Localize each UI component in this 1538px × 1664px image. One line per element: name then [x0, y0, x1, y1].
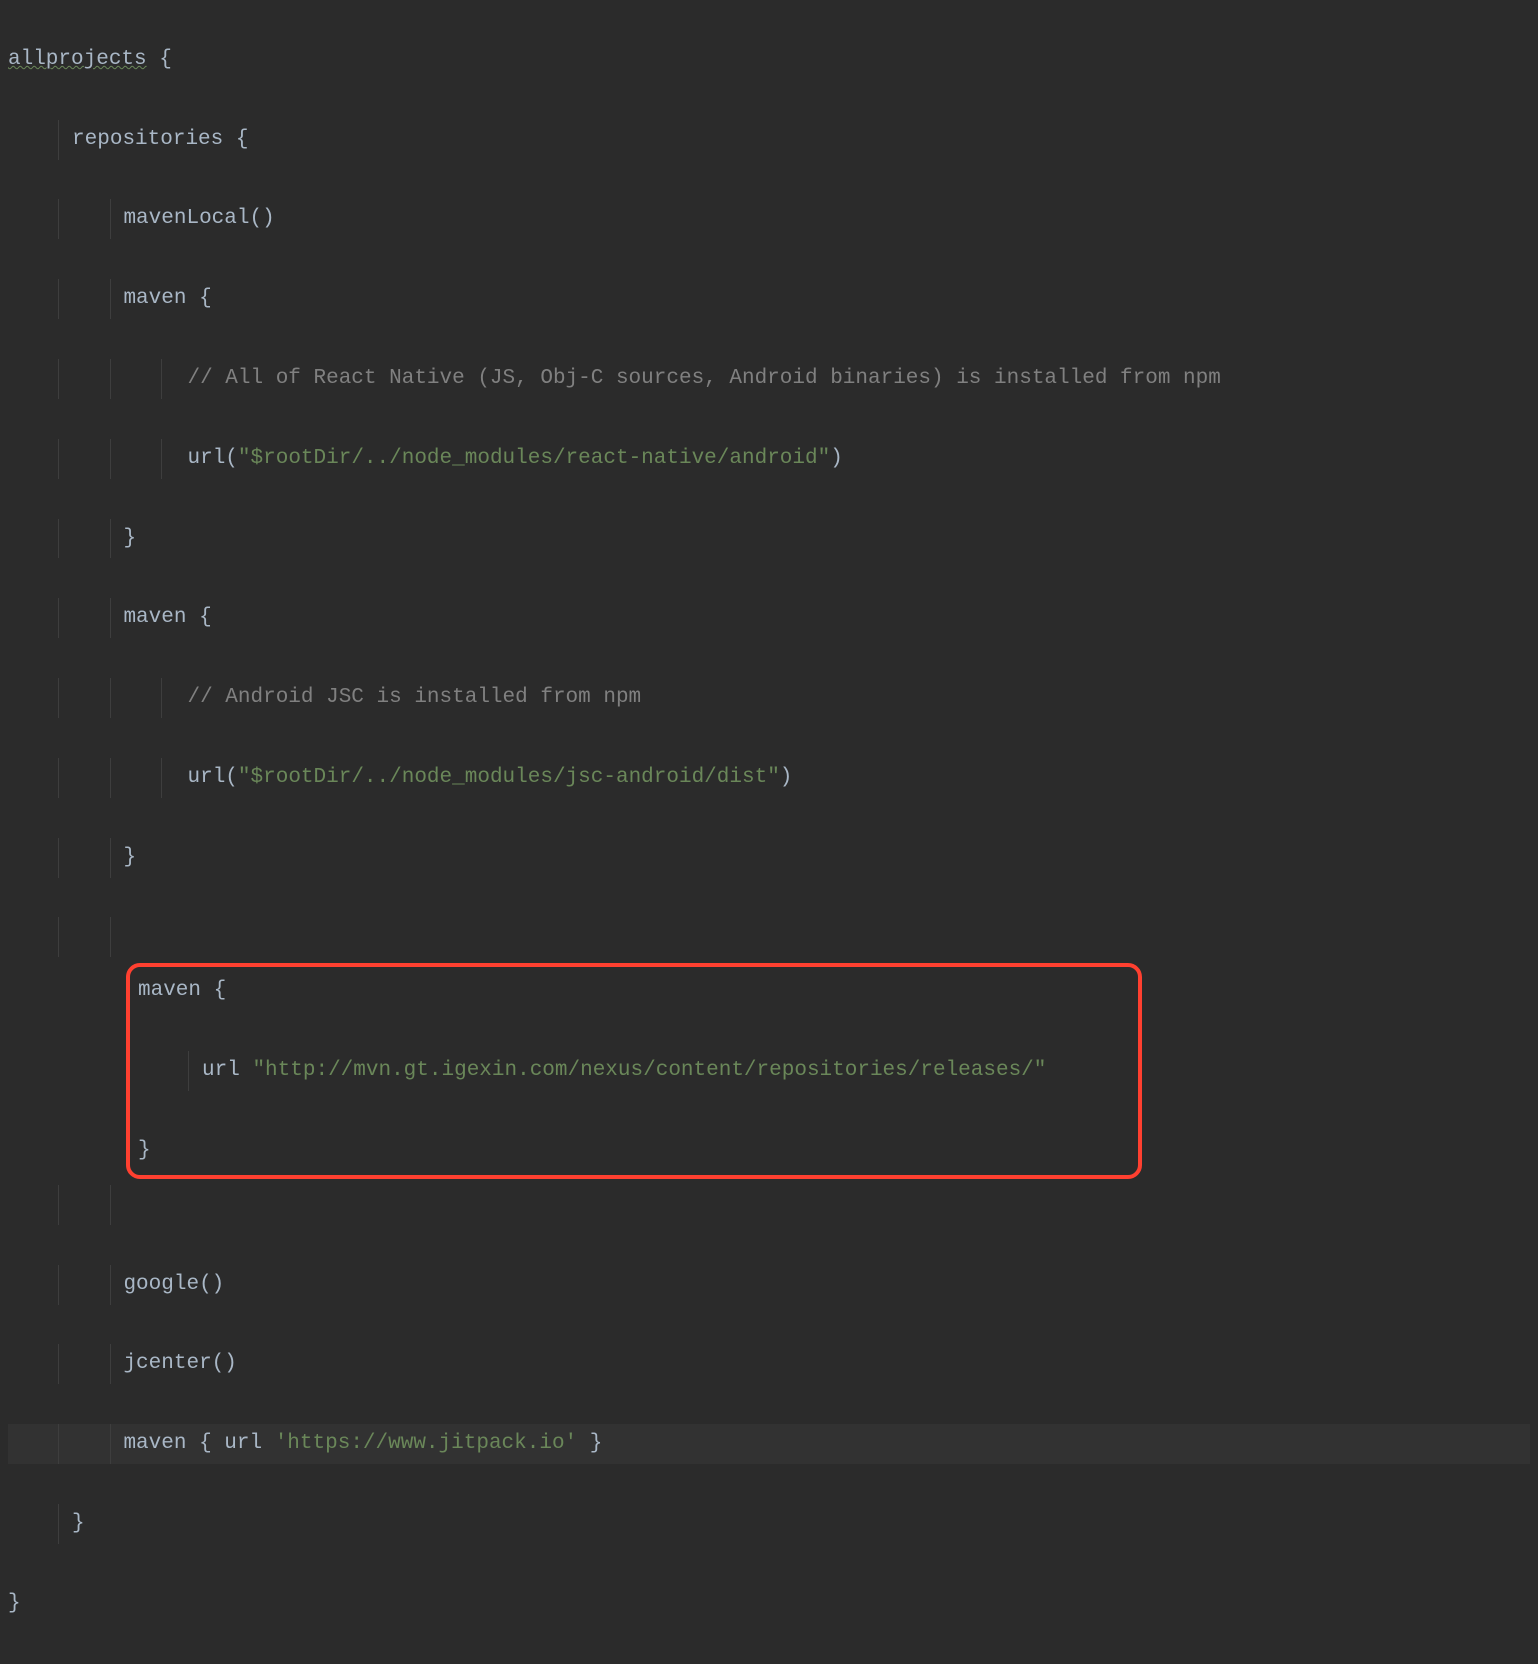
- code-line: url("$rootDir/../node_modules/react-nati…: [8, 439, 1530, 479]
- method-mavenlocal: mavenLocal: [123, 207, 249, 230]
- code-line: allprojects {: [8, 40, 1530, 80]
- method-maven: maven: [138, 979, 201, 1002]
- code-line: google(): [8, 1265, 1530, 1305]
- string-jitpack-url: 'https://www.jitpack.io': [275, 1432, 577, 1455]
- code-line: // Android JSC is installed from npm: [8, 678, 1530, 718]
- method-url: url: [187, 766, 225, 789]
- method-url: url: [202, 1059, 240, 1082]
- method-url: url: [187, 447, 225, 470]
- code-line: maven {: [138, 971, 1132, 1011]
- code-line: url("$rootDir/../node_modules/jsc-androi…: [8, 758, 1530, 798]
- method-url: url: [224, 1432, 262, 1455]
- comment-jsc: // Android JSC is installed from npm: [187, 686, 641, 709]
- method-maven: maven: [123, 1432, 186, 1455]
- string-rn-android-path: "$rootDir/../node_modules/react-native/a…: [238, 447, 830, 470]
- code-line: repositories {: [8, 120, 1530, 160]
- method-google: google: [123, 1273, 199, 1296]
- code-line: [8, 917, 1530, 957]
- code-editor[interactable]: allprojects { repositories { mavenLocal(…: [0, 0, 1538, 1664]
- code-line: }: [138, 1131, 1132, 1171]
- code-line: }: [8, 838, 1530, 878]
- code-line: }: [8, 1584, 1530, 1624]
- code-line: }: [8, 519, 1530, 559]
- code-line: maven {: [8, 598, 1530, 638]
- method-maven: maven: [123, 606, 186, 629]
- method-jcenter: jcenter: [123, 1352, 211, 1375]
- code-line: maven {: [8, 279, 1530, 319]
- code-line: [8, 1185, 1530, 1225]
- code-line: // All of React Native (JS, Obj-C source…: [8, 359, 1530, 399]
- highlighted-code-block: maven { url "http://mvn.gt.igexin.com/ne…: [126, 963, 1142, 1178]
- code-line: }: [8, 1504, 1530, 1544]
- code-line: url "http://mvn.gt.igexin.com/nexus/cont…: [138, 1051, 1132, 1091]
- comment-react-native: // All of React Native (JS, Obj-C source…: [187, 367, 1220, 390]
- method-maven: maven: [123, 287, 186, 310]
- code-line-current: maven { url 'https://www.jitpack.io' }: [8, 1424, 1530, 1464]
- method-repositories: repositories: [72, 128, 223, 151]
- string-jsc-path: "$rootDir/../node_modules/jsc-android/di…: [238, 766, 780, 789]
- string-igexin-url: "http://mvn.gt.igexin.com/nexus/content/…: [252, 1059, 1046, 1082]
- method-allprojects: allprojects: [8, 48, 147, 71]
- code-line: mavenLocal(): [8, 199, 1530, 239]
- code-line: jcenter(): [8, 1344, 1530, 1384]
